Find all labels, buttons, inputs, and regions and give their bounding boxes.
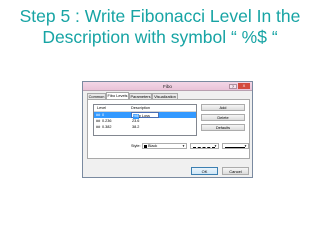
chevron-down-icon: ▼ [244,144,247,148]
slide-title-line-1: Step 5 : Write Fibonacci Level In the [19,6,301,26]
dashed-line-icon [193,146,215,148]
delete-button[interactable]: Delete [201,114,245,121]
level-row-marker: ## [96,119,101,123]
fibo-dialog: Fibo ? X Common Fibo Levels Parameters V… [82,81,253,178]
column-header-description[interactable]: Description [131,106,150,110]
level-row[interactable]: ## 0.382 38.2 [94,124,196,130]
close-button[interactable]: X [238,83,250,89]
help-button[interactable]: ? [229,84,237,89]
line-style-select[interactable]: ▼ [190,143,219,149]
slide-title: Step 5 : Write Fibonacci Level In the De… [0,6,320,48]
tab-fibo-levels[interactable]: Fibo Levels [106,92,129,99]
column-header-level[interactable]: Level [97,106,106,110]
level-value: 0.382 [102,125,112,129]
level-description: 23.6 [132,119,140,123]
style-label: Style: [131,144,141,148]
level-row-marker: ## [96,125,101,129]
cancel-button[interactable]: Cancel [222,167,249,175]
defaults-button[interactable]: Defaults [201,124,245,131]
levels-list-header: Level Description [94,105,196,112]
dialog-title: Fibo [163,84,172,89]
dialog-titlebar: Fibo ? X [83,82,252,91]
chevron-down-icon: ▼ [214,144,217,148]
level-value: 0 [102,113,105,117]
chevron-down-icon: ▼ [182,144,185,148]
level-description: 38.2 [132,125,140,129]
line-width-select[interactable]: ▼ [222,143,249,149]
color-swatch [144,144,147,148]
slide-title-line-2: Description with symbol “ %$ “ [42,27,278,47]
add-button[interactable]: Add [201,104,245,111]
fibo-levels-panel: Level Description ## 0 Stop Loss %$ ## 0… [87,99,250,159]
levels-list[interactable]: Level Description ## 0 Stop Loss %$ ## 0… [93,104,197,136]
line-width-icon [225,146,245,148]
color-select-value: Black [148,144,158,148]
ok-button[interactable]: OK [191,167,218,175]
level-value: 0.236 [102,119,112,123]
color-select[interactable]: Black ▼ [142,143,187,149]
level-row-marker: ## [96,113,101,117]
